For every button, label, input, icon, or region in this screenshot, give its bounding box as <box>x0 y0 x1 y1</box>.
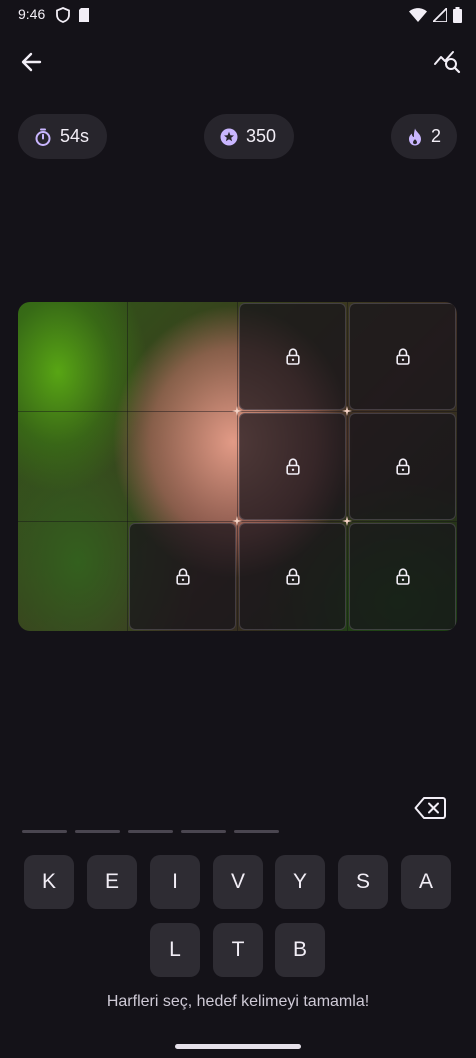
instruction-text: Harfleri seç, hedef kelimeyi tamamla! <box>106 993 370 1010</box>
score-value: 350 <box>246 126 277 146</box>
sparkle-icon <box>342 516 352 526</box>
lock-icon <box>175 568 190 585</box>
sd-card-icon <box>79 8 89 22</box>
puzzle-image-board <box>18 302 457 631</box>
lock-icon <box>395 348 410 365</box>
flame-icon <box>409 128 421 145</box>
locked-tile[interactable] <box>349 413 456 520</box>
signal-icon <box>433 8 447 22</box>
letter-key[interactable]: V <box>213 855 263 909</box>
letter-key[interactable]: K <box>24 855 74 909</box>
arrow-left-icon <box>21 52 42 72</box>
locked-tile[interactable] <box>129 523 236 630</box>
lock-icon <box>285 348 300 365</box>
analytics-button[interactable] <box>432 46 462 76</box>
wifi-icon <box>409 8 427 22</box>
locked-tile[interactable] <box>239 523 346 630</box>
lock-icon <box>395 458 410 475</box>
locked-tile[interactable] <box>349 523 456 630</box>
letter-key[interactable]: E <box>87 855 137 909</box>
lock-icon <box>395 568 410 585</box>
letter-key[interactable]: A <box>401 855 451 909</box>
grid-divider <box>347 302 348 631</box>
grid-divider <box>127 302 128 631</box>
score-chip: 350 <box>204 114 295 159</box>
lock-icon <box>285 458 300 475</box>
home-indicator[interactable] <box>175 1044 301 1049</box>
grid-divider <box>237 302 238 631</box>
streak-chip: 2 <box>391 114 458 159</box>
lock-icon <box>285 568 300 585</box>
timer-chip: 54s <box>18 114 108 159</box>
analytics-search-icon <box>434 51 461 74</box>
battery-icon <box>453 7 462 23</box>
star-badge-icon <box>220 128 238 145</box>
locked-tile[interactable] <box>239 413 346 520</box>
letter-key[interactable]: T <box>213 923 263 977</box>
timer-icon <box>35 128 51 146</box>
status-bar: 9:46 <box>0 0 476 32</box>
locked-tile[interactable] <box>239 303 346 410</box>
letter-key[interactable]: L <box>150 923 200 977</box>
streak-value: 2 <box>431 126 442 146</box>
delete-letter-button[interactable] <box>414 796 446 822</box>
locked-tile[interactable] <box>349 303 456 410</box>
letter-key[interactable]: I <box>150 855 200 909</box>
sparkle-icon <box>232 406 242 416</box>
top-app-bar <box>0 40 476 84</box>
shield-icon <box>56 7 70 23</box>
answer-slot <box>234 830 279 833</box>
timer-value: 54s <box>60 126 90 146</box>
letter-key[interactable]: S <box>338 855 388 909</box>
sparkle-icon <box>342 406 352 416</box>
answer-slot <box>75 830 120 833</box>
backspace-icon <box>414 797 446 819</box>
back-button[interactable] <box>18 48 46 76</box>
answer-slot <box>128 830 173 833</box>
sparkle-icon <box>232 516 242 526</box>
answer-slot <box>22 830 67 833</box>
letter-key[interactable]: Y <box>275 855 325 909</box>
status-time: 9:46 <box>18 6 46 22</box>
letter-key[interactable]: B <box>275 923 325 977</box>
answer-slot <box>181 830 226 833</box>
